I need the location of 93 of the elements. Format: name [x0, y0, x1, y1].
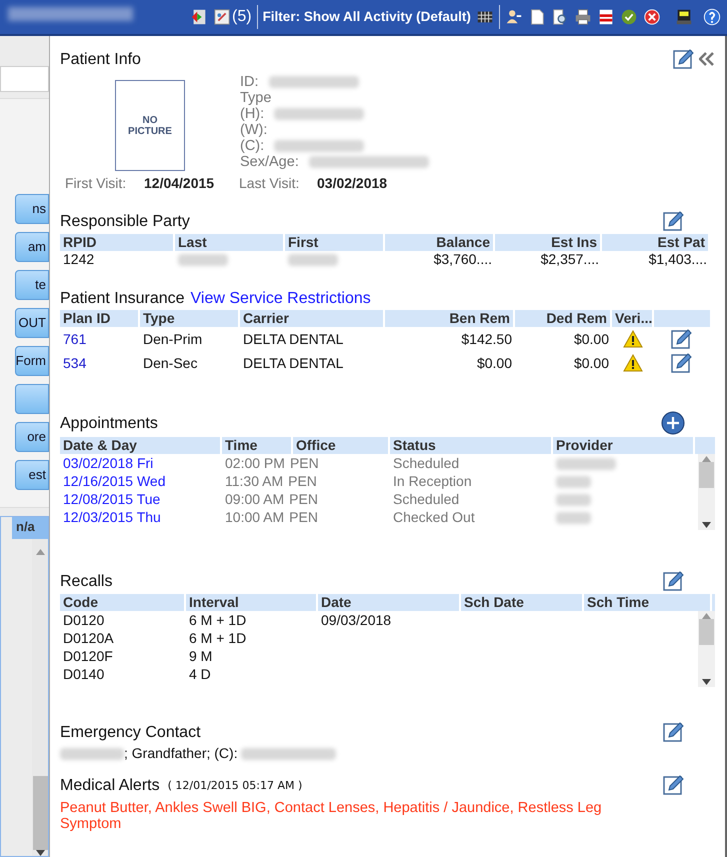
section-title: Emergency Contact — [60, 724, 201, 740]
table-cell: $1,403.... — [648, 251, 707, 267]
column-header: Office — [293, 437, 390, 454]
table-cell: 9 M — [189, 648, 212, 664]
field-label: (C): — [240, 138, 264, 154]
column-header: Carrier — [240, 310, 385, 327]
table-cell: D0120A — [63, 630, 114, 646]
table-cell: $3,760.... — [434, 251, 492, 267]
table-cell: Checked Out — [393, 509, 475, 525]
notes-count: (5) — [232, 7, 252, 27]
table-cell: PEN — [289, 508, 318, 526]
table-cell: 09:00 AM — [225, 490, 284, 508]
column-header: Date & Day — [60, 437, 222, 454]
side-button[interactable]: Form — [15, 346, 49, 376]
appointment-date-link[interactable]: 03/02/2018 Fri — [63, 455, 154, 471]
alert-timestamp: ( 12/01/2015 05:17 AM ) — [168, 778, 302, 794]
table-cell: 02:00 PM — [225, 454, 285, 472]
section-title: Patient Insurance — [60, 290, 185, 307]
plan-id-link[interactable]: 534 — [63, 354, 86, 370]
appointment-date-link[interactable]: 12/03/2015 Thu — [63, 509, 161, 525]
column-header: Est Ins — [495, 234, 602, 251]
table-cell: DELTA DENTAL — [243, 354, 344, 370]
column-header: Status — [390, 437, 553, 454]
table-cell: Den-Sec — [143, 354, 198, 370]
column-header: Plan ID — [60, 310, 140, 327]
section-title: Responsible Party — [60, 212, 190, 230]
section-title: Recalls — [60, 572, 112, 590]
column-header: Veri... — [612, 310, 654, 327]
column-header: Ben Rem — [385, 310, 515, 327]
table-cell: Scheduled — [393, 455, 460, 471]
column-header: RPID — [60, 234, 175, 251]
field-label: (H): — [240, 106, 264, 122]
table-cell: DELTA DENTAL — [243, 330, 344, 346]
field-label: Sex/Age: — [240, 154, 299, 170]
first-visit-date: 12/04/2015 — [144, 175, 216, 192]
column-header: Interval — [186, 594, 318, 611]
table-cell: 11:30 AM — [225, 472, 284, 490]
column-header: Provider — [553, 437, 695, 454]
column-header: Date — [318, 594, 461, 611]
table-cell: 6 M + 1D — [189, 612, 246, 628]
section-title: Appointments — [60, 414, 158, 432]
field-label: First Visit: — [64, 175, 128, 192]
no-picture-label: NO PICTURE — [127, 114, 173, 136]
side-button[interactable]: ns — [15, 194, 49, 224]
field-label: Type — [240, 90, 272, 106]
field-label: ID: — [240, 74, 259, 90]
table-cell: PEN — [288, 472, 317, 490]
column-header: Sch Time — [584, 594, 712, 611]
column-header: Last — [175, 234, 285, 251]
medical-alerts-text: Peanut Butter, Ankles Swell BIG, Contact Lenses, Hepatitis / Jaundice, Restless Leg Symptom — [60, 800, 603, 832]
filter-label[interactable]: Filter: Show All Activity (Default) — [262, 6, 471, 28]
grid-cell: n/a — [12, 517, 48, 539]
table-cell: $0.00 — [574, 330, 609, 346]
table-cell: $0.00 — [476, 354, 512, 370]
emergency-contact-text: ; Grandfather; (C): — [124, 745, 239, 762]
table-cell: 1242 — [63, 251, 94, 267]
table-cell: In Reception — [393, 473, 472, 489]
table-cell: $142.50 — [461, 330, 512, 346]
side-button[interactable]: OUT — [15, 308, 49, 338]
appointment-date-link[interactable]: 12/08/2015 Tue — [63, 491, 160, 507]
table-cell: D0140 — [63, 666, 104, 682]
side-button[interactable]: te — [15, 270, 49, 300]
column-header: Balance — [385, 234, 495, 251]
appointment-date-link[interactable]: 12/16/2015 Wed — [63, 473, 166, 489]
table-cell: $2,357.... — [540, 251, 599, 267]
side-button[interactable]: ore — [15, 422, 49, 452]
table-cell: 6 M + 1D — [189, 630, 246, 646]
table-cell: 4 D — [189, 666, 211, 682]
table-cell: PEN — [290, 454, 319, 472]
section-title: Patient Info — [60, 50, 141, 68]
side-button[interactable]: am — [15, 232, 49, 262]
view-service-restrictions-link[interactable]: View Service Restrictions — [190, 290, 371, 307]
table-cell: D0120F — [63, 648, 113, 664]
column-header: Type — [140, 310, 240, 327]
column-header: Time — [222, 437, 293, 454]
column-header: Ded Rem — [515, 310, 612, 327]
field-label: (W): — [240, 122, 268, 138]
column-header: First — [285, 234, 385, 251]
table-cell: $0.00 — [574, 354, 609, 370]
table-cell: Scheduled — [393, 491, 460, 507]
table-cell: 09/03/2018 — [321, 612, 392, 628]
column-header: Code — [60, 594, 186, 611]
column-header: Sch Date — [461, 594, 584, 611]
last-visit-date: 03/02/2018 — [317, 175, 388, 192]
table-cell: PEN — [289, 490, 318, 508]
side-button[interactable]: est — [15, 460, 49, 490]
table-cell: Den-Prim — [143, 330, 202, 346]
column-header: Est Pat — [602, 234, 710, 251]
section-title: Medical Alerts — [60, 776, 160, 794]
field-label: Last Visit: — [239, 175, 300, 192]
table-cell: D0120 — [63, 612, 104, 628]
plan-id-link[interactable]: 761 — [63, 330, 86, 346]
table-cell: 10:00 AM — [225, 508, 284, 526]
